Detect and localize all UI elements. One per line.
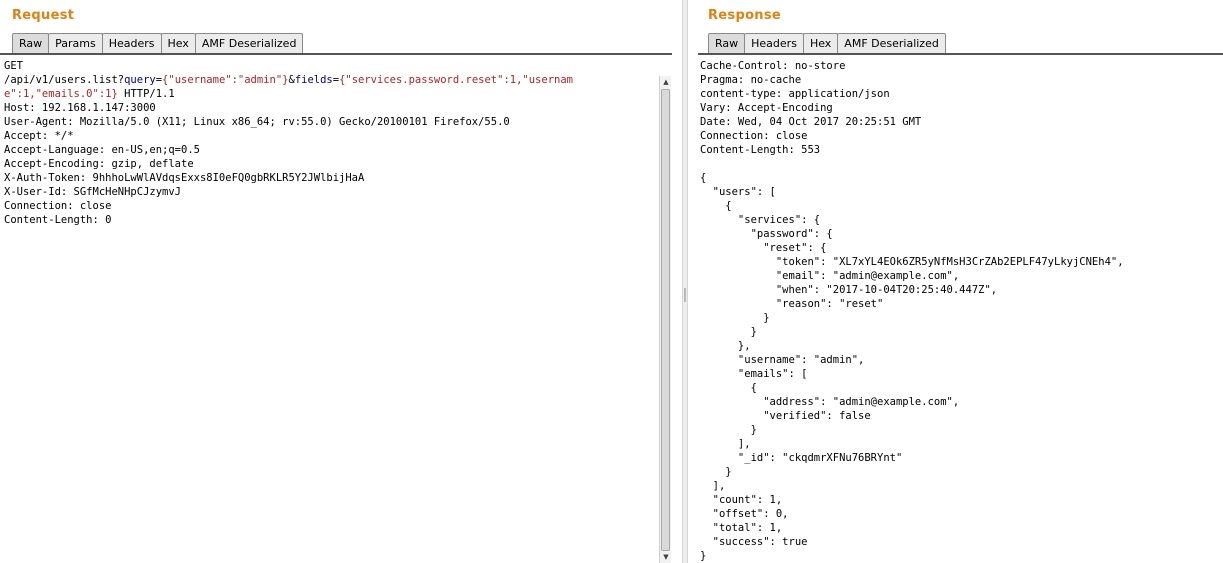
request-line: Accept-Language: en-US,en;q=0.5 bbox=[4, 143, 682, 157]
request-text: Accept: */* bbox=[4, 130, 74, 142]
response-line: "reset": { bbox=[700, 242, 827, 254]
request-text: Host: 192.168.1.147:3000 bbox=[4, 102, 156, 114]
response-line: { bbox=[700, 382, 757, 394]
request-tab-underline bbox=[0, 53, 672, 55]
request-text: X-Auth-Token: 9hhhoLwWlAVdqsExxs8I0eFQ0g… bbox=[4, 172, 365, 184]
request-tab-params[interactable]: Params bbox=[48, 33, 103, 53]
request-tab-headers[interactable]: Headers bbox=[101, 33, 162, 53]
response-line: "offset": 0, bbox=[700, 508, 789, 520]
response-title: Response bbox=[708, 8, 782, 23]
request-tab-hex[interactable]: Hex bbox=[160, 33, 196, 53]
request-text: GET bbox=[4, 60, 23, 72]
response-line: "success": true bbox=[700, 536, 808, 548]
response-line: Cache-Control: no-store bbox=[700, 60, 846, 72]
response-raw-viewer: Cache-Control: no-store Pragma: no-cache c… bbox=[700, 59, 1223, 563]
param-name: query bbox=[124, 74, 156, 86]
response-tab-hex[interactable]: Hex bbox=[802, 33, 839, 53]
response-line: } bbox=[700, 550, 707, 562]
response-line: Connection: close bbox=[700, 130, 808, 142]
request-text: /api/v1/users.list? bbox=[4, 74, 125, 86]
param-value: {"services.password.reset":1,"usernam bbox=[339, 74, 573, 86]
request-pane: Request Raw Params Headers Hex AMF Deseriali… bbox=[0, 0, 682, 563]
response-line: content-type: application/json bbox=[700, 88, 890, 100]
request-tab-bar: Raw Params Headers Hex AMF Deserialized bbox=[12, 33, 304, 53]
request-line: X-User-Id: SGfMcHeNHpCJzymvJ bbox=[4, 185, 682, 199]
response-tab-headers[interactable]: Headers bbox=[744, 33, 804, 53]
request-text: Accept-Encoding: gzip, deflate bbox=[4, 158, 194, 170]
param-value: {"username":"admin"} bbox=[162, 74, 289, 86]
request-text: HTTP/1.1 bbox=[117, 88, 175, 100]
response-tab-underline bbox=[698, 53, 1223, 55]
scrollbar-thumb[interactable] bbox=[661, 89, 670, 551]
param-value: e":1,"emails.0":1} bbox=[4, 88, 118, 100]
param-name: fields bbox=[294, 74, 333, 86]
scroll-down-arrow-icon[interactable]: ▼ bbox=[660, 551, 672, 563]
request-line: Accept-Encoding: gzip, deflate bbox=[4, 157, 682, 171]
response-line: }, bbox=[700, 340, 751, 352]
request-text: User-Agent: Mozilla/5.0 (X11; Linux x86_… bbox=[4, 116, 510, 128]
response-line: "users": [ bbox=[700, 186, 776, 198]
response-line: "count": 1, bbox=[700, 494, 783, 506]
response-tab-amf-deserialized[interactable]: AMF Deserialized bbox=[837, 33, 946, 53]
request-line: Host: 192.168.1.147:3000 bbox=[4, 101, 682, 115]
response-line: ], bbox=[700, 438, 751, 450]
request-scrollbar[interactable]: ▲ ▼ bbox=[659, 76, 671, 563]
request-line: Accept: */* bbox=[4, 129, 682, 143]
request-raw-editor[interactable]: GET/api/v1/users.list?query={"username":… bbox=[4, 59, 682, 227]
response-line bbox=[700, 157, 1223, 171]
response-line: } bbox=[700, 312, 770, 324]
request-line: Content-Length: 0 bbox=[4, 213, 682, 227]
response-line: "username": "admin", bbox=[700, 354, 865, 366]
response-line: "when": "2017-10-04T20:25:40.447Z", bbox=[700, 284, 998, 296]
response-line: Content-Length: 553 bbox=[700, 144, 821, 156]
response-line: "password": { bbox=[700, 228, 833, 240]
request-line: User-Agent: Mozilla/5.0 (X11; Linux x86_… bbox=[4, 115, 682, 129]
response-line: "email": "admin@example.com", bbox=[700, 270, 960, 282]
response-line: "reason": "reset" bbox=[700, 298, 884, 310]
request-line: Connection: close bbox=[4, 199, 682, 213]
splitter-grip-icon[interactable] bbox=[684, 288, 686, 302]
response-line: "services": { bbox=[700, 214, 821, 226]
response-line: Date: Wed, 04 Oct 2017 20:25:51 GMT bbox=[700, 116, 922, 128]
response-line: "emails": [ bbox=[700, 368, 808, 380]
request-line: GET bbox=[4, 59, 682, 73]
response-tab-raw[interactable]: Raw bbox=[708, 33, 746, 53]
response-line: } bbox=[700, 424, 757, 436]
response-line: "token": "XL7xYL4EOk6ZR5yNfMsH3CrZAb2EPL… bbox=[700, 256, 1124, 268]
request-text: Connection: close bbox=[4, 200, 112, 212]
response-line: Vary: Accept-Encoding bbox=[700, 102, 833, 114]
response-pane: Response Raw Headers Hex AMF Deserialized C… bbox=[688, 0, 1223, 563]
response-line: ], bbox=[700, 480, 726, 492]
response-line: { bbox=[700, 172, 707, 184]
request-text: Accept-Language: en-US,en;q=0.5 bbox=[4, 144, 200, 156]
request-text: X-User-Id: SGfMcHeNHpCJzymvJ bbox=[4, 186, 182, 198]
request-tab-raw[interactable]: Raw bbox=[12, 33, 50, 53]
response-line: "address": "admin@example.com", bbox=[700, 396, 960, 408]
response-line: } bbox=[700, 466, 732, 478]
request-title: Request bbox=[12, 8, 75, 23]
request-tab-amf-deserialized[interactable]: AMF Deserialized bbox=[194, 33, 304, 53]
request-text: Content-Length: 0 bbox=[4, 214, 112, 226]
response-line: { bbox=[700, 200, 732, 212]
response-line: Pragma: no-cache bbox=[700, 74, 802, 86]
request-line: /api/v1/users.list?query={"username":"ad… bbox=[4, 73, 682, 87]
response-line: } bbox=[700, 326, 757, 338]
response-line: "total": 1, bbox=[700, 522, 783, 534]
request-line: e":1,"emails.0":1} HTTP/1.1 bbox=[4, 87, 682, 101]
request-line: X-Auth-Token: 9hhhoLwWlAVdqsExxs8I0eFQ0g… bbox=[4, 171, 682, 185]
response-tab-bar: Raw Headers Hex AMF Deserialized bbox=[708, 33, 946, 53]
scroll-up-arrow-icon[interactable]: ▲ bbox=[660, 76, 672, 88]
response-line: "_id": "ckqdmrXFNu76BRYnt" bbox=[700, 452, 903, 464]
response-line: "verified": false bbox=[700, 410, 871, 422]
